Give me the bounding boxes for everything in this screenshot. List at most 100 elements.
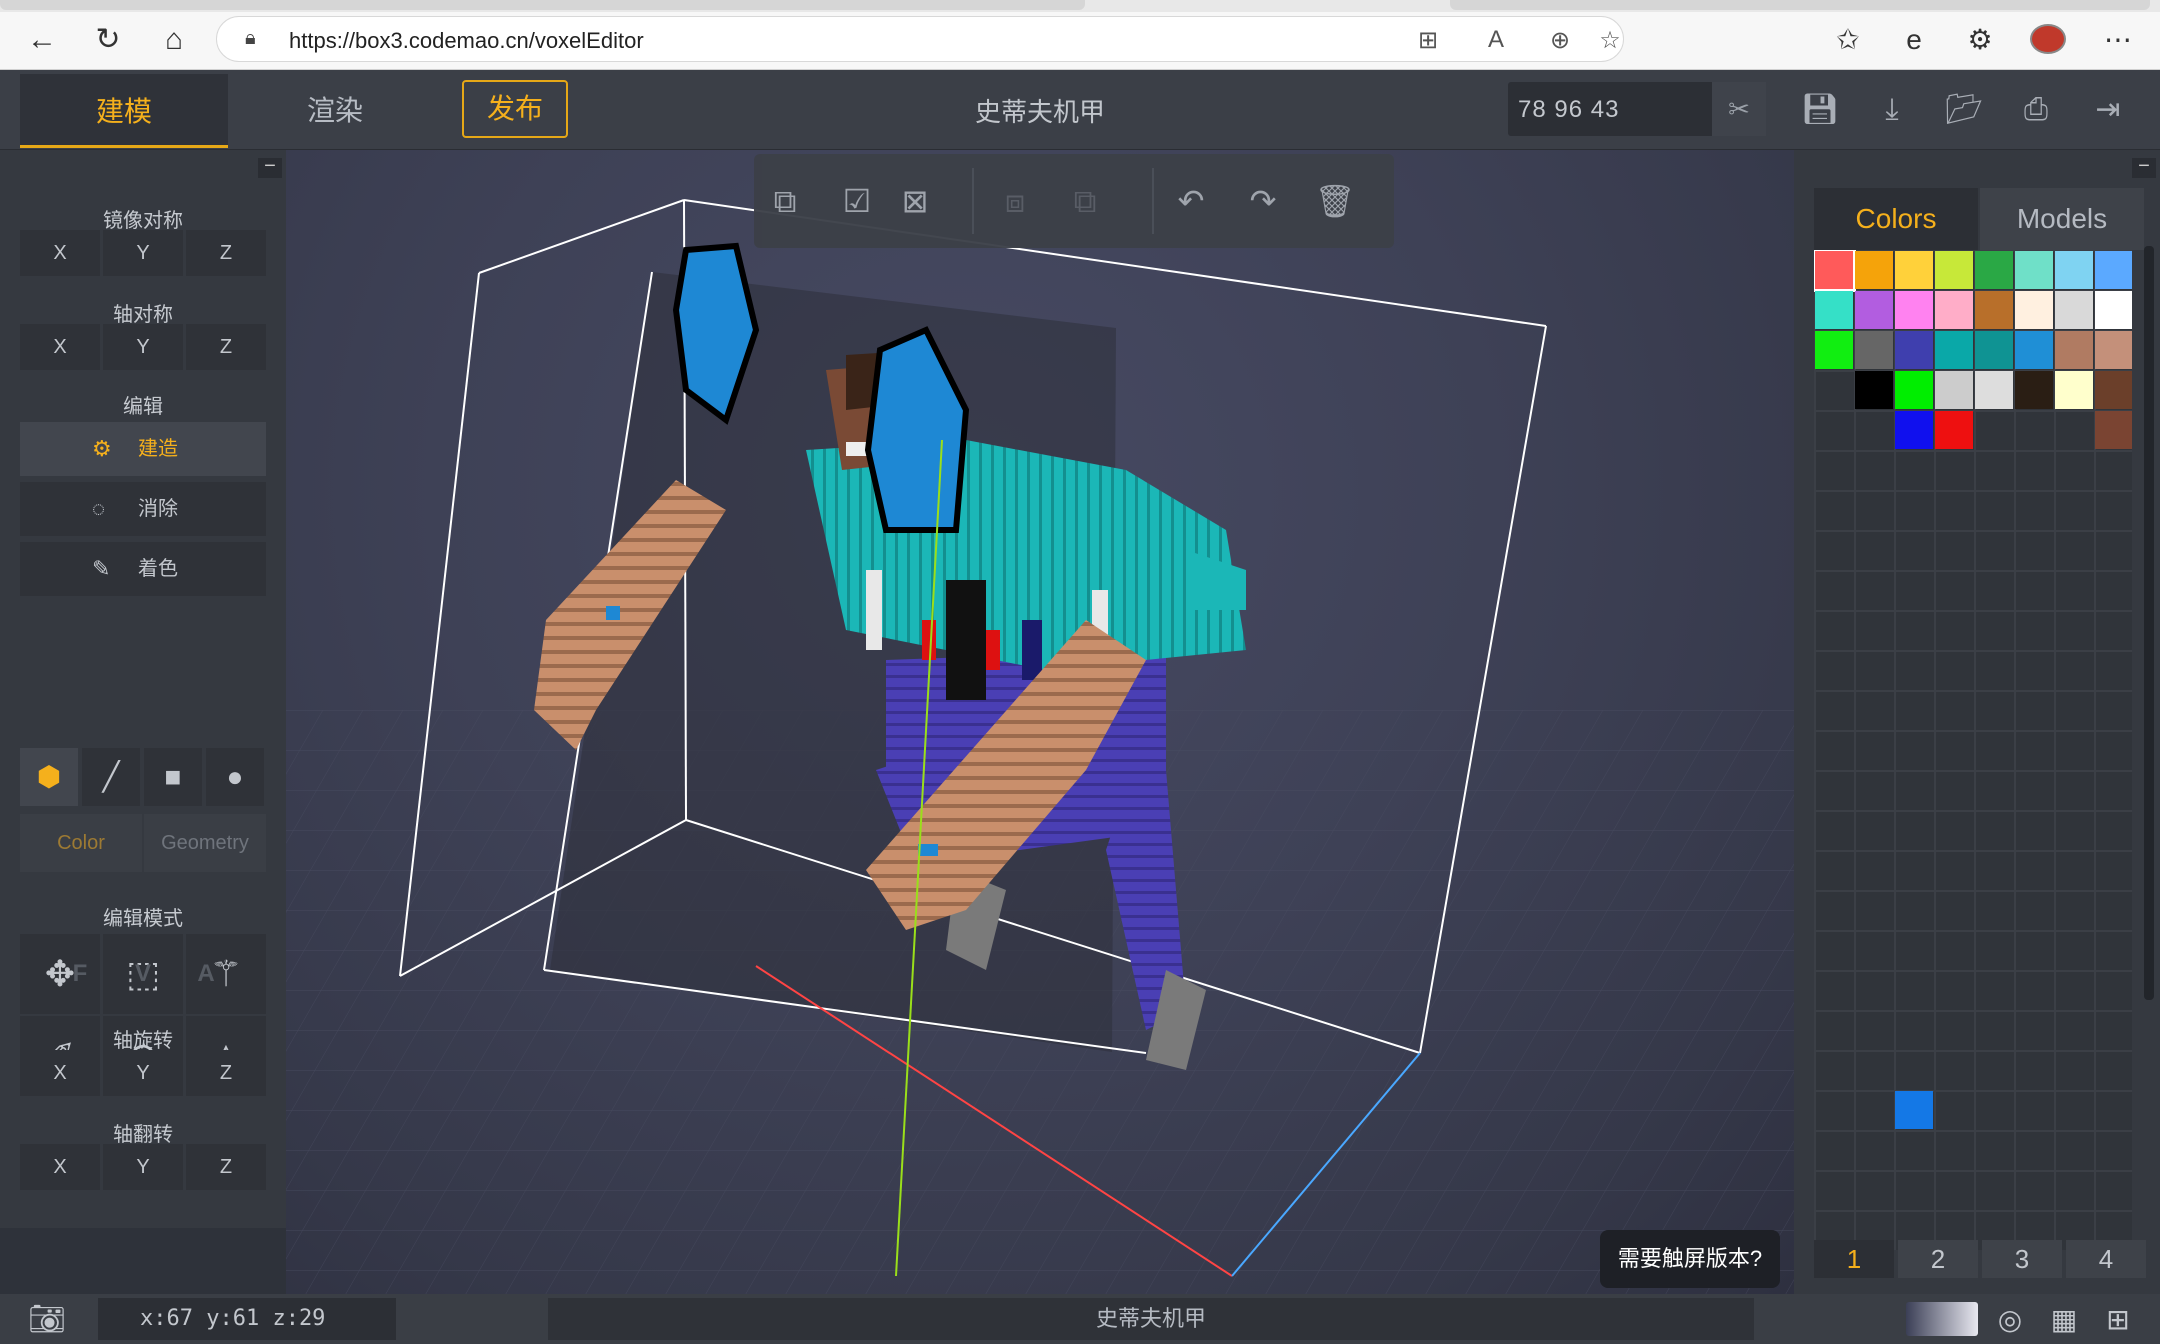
voxel-scene[interactable] bbox=[286, 150, 1794, 1294]
color-swatch[interactable] bbox=[1895, 331, 1933, 369]
tab-render[interactable]: 渲染 bbox=[240, 74, 430, 146]
erase-button[interactable]: ◌ 消除 bbox=[20, 482, 266, 536]
color-swatch[interactable] bbox=[2095, 371, 2132, 409]
build-button[interactable]: ⚙ 建造 bbox=[20, 422, 266, 476]
palette-scrollbar[interactable] bbox=[2144, 246, 2154, 1000]
paint-button[interactable]: ✎ 着色 bbox=[20, 542, 266, 596]
read-aloud-icon[interactable]: A bbox=[1481, 26, 1511, 54]
exit-icon[interactable]: ⇥ bbox=[2086, 88, 2130, 132]
tab-build[interactable]: 建模 bbox=[20, 74, 228, 148]
grid-dense-icon[interactable]: ⊞ bbox=[2098, 1302, 2138, 1338]
more-icon[interactable]: ⋯ bbox=[2098, 20, 2138, 60]
rotate-x-button[interactable]: X bbox=[20, 1050, 100, 1096]
reset-view-icon[interactable]: ◎ bbox=[1990, 1302, 2030, 1338]
color-swatch[interactable] bbox=[1815, 331, 1853, 369]
mode-color-tab[interactable]: Color bbox=[20, 814, 142, 872]
collapse-icon[interactable]: − bbox=[258, 156, 282, 178]
dimension-values[interactable]: 78 96 43 bbox=[1518, 96, 1619, 124]
cube-icon[interactable]: ⬢ bbox=[20, 748, 78, 806]
profile-avatar[interactable] bbox=[2030, 24, 2066, 54]
camera-icon[interactable]: 📷︎ bbox=[28, 1302, 66, 1337]
undo-icon[interactable]: ↶ bbox=[1166, 176, 1216, 226]
flip-z-button[interactable]: Z bbox=[186, 1144, 266, 1190]
favorites-icon[interactable]: ✩ bbox=[1828, 20, 1868, 60]
color-swatch[interactable] bbox=[1975, 291, 2013, 329]
paste-icon[interactable]: ⧈ bbox=[990, 176, 1040, 226]
color-swatch[interactable] bbox=[1814, 250, 1856, 292]
color-swatch[interactable] bbox=[1935, 251, 1973, 289]
color-swatch[interactable] bbox=[1975, 251, 2013, 289]
color-swatch[interactable] bbox=[2015, 331, 2053, 369]
color-swatch[interactable] bbox=[1855, 251, 1893, 289]
url-text[interactable]: https://box3.codemao.cn/voxelEditor bbox=[289, 28, 644, 54]
color-swatch[interactable] bbox=[2055, 331, 2093, 369]
line-icon[interactable]: ╱ bbox=[82, 748, 140, 806]
select-all-icon[interactable]: ☑ bbox=[832, 176, 882, 226]
color-swatch[interactable] bbox=[1975, 331, 2013, 369]
square-icon[interactable]: ■ bbox=[144, 748, 202, 806]
download-icon[interactable]: ⤓ bbox=[1870, 88, 1914, 132]
print-icon[interactable]: ⎙ bbox=[2014, 88, 2058, 132]
color-swatch[interactable] bbox=[2055, 371, 2093, 409]
color-swatch[interactable] bbox=[2015, 291, 2053, 329]
duplicate-icon[interactable]: ⧉ bbox=[1060, 176, 1110, 226]
rotate-z-button[interactable]: Z bbox=[186, 1050, 266, 1096]
mode-geometry-tab[interactable]: Geometry bbox=[144, 814, 266, 872]
touch-version-hint[interactable]: 需要触屏版本? bbox=[1600, 1230, 1780, 1288]
save-icon[interactable]: 💾︎ bbox=[1798, 88, 1842, 132]
palette-page-2[interactable]: 2 bbox=[1898, 1240, 1978, 1278]
color-swatch[interactable] bbox=[2055, 251, 2093, 289]
reload-icon[interactable]: ↻ bbox=[88, 20, 128, 60]
model-name-field[interactable]: 史蒂夫机甲 bbox=[548, 1298, 1754, 1340]
axis-sym-z-button[interactable]: Z bbox=[186, 324, 266, 370]
f-button[interactable]: F bbox=[60, 960, 100, 988]
color-swatch[interactable] bbox=[1855, 291, 1893, 329]
address-bar[interactable]: 🔒︎ https://box3.codemao.cn/voxelEditor ☆… bbox=[216, 16, 1624, 62]
color-swatch[interactable] bbox=[1975, 371, 2013, 409]
color-swatch[interactable] bbox=[1935, 371, 1973, 409]
color-swatch[interactable] bbox=[1935, 291, 1973, 329]
color-swatch[interactable] bbox=[1895, 1091, 1933, 1129]
color-swatch[interactable] bbox=[1895, 291, 1933, 329]
color-swatch[interactable] bbox=[1815, 291, 1853, 329]
tab-models[interactable]: Models bbox=[1980, 188, 2144, 250]
dimension-box[interactable]: 78 96 43 ✂ bbox=[1508, 82, 1766, 136]
color-swatch[interactable] bbox=[1895, 371, 1933, 409]
color-swatch[interactable] bbox=[2095, 411, 2132, 449]
tab-colors[interactable]: Colors bbox=[1814, 188, 1978, 250]
extensions-icon[interactable]: ⚙ bbox=[1960, 20, 2000, 60]
open-folder-icon[interactable]: 📂︎ bbox=[1942, 88, 1986, 132]
rotate-y-button[interactable]: Y bbox=[103, 1050, 183, 1096]
scissors-icon[interactable]: ✂ bbox=[1712, 82, 1766, 136]
color-swatch[interactable] bbox=[1895, 251, 1933, 289]
palette-page-1[interactable]: 1 bbox=[1814, 1240, 1894, 1278]
home-icon[interactable]: ⌂ bbox=[154, 20, 194, 60]
grid-icon[interactable]: ▦ bbox=[2044, 1302, 2084, 1338]
deselect-icon[interactable]: ⊠ bbox=[890, 176, 940, 226]
copy-icon[interactable]: ⧉ bbox=[760, 176, 810, 226]
a-button[interactable]: A bbox=[186, 960, 226, 988]
palette-page-4[interactable]: 4 bbox=[2066, 1240, 2146, 1278]
color-swatch[interactable] bbox=[2055, 291, 2093, 329]
color-swatch[interactable] bbox=[2095, 331, 2132, 369]
color-swatch[interactable] bbox=[2095, 251, 2132, 289]
browser-tab[interactable] bbox=[0, 0, 1085, 10]
edge-icon[interactable]: e bbox=[1894, 20, 1934, 60]
axis-sym-x-button[interactable]: X bbox=[20, 324, 100, 370]
flip-y-button[interactable]: Y bbox=[103, 1144, 183, 1190]
flip-x-button[interactable]: X bbox=[20, 1144, 100, 1190]
mirror-z-button[interactable]: Z bbox=[186, 230, 266, 276]
collapse-icon[interactable]: − bbox=[2132, 156, 2156, 178]
zoom-icon[interactable]: ⊕ bbox=[1545, 26, 1575, 55]
color-swatch[interactable] bbox=[2015, 371, 2053, 409]
color-swatch[interactable] bbox=[1855, 371, 1893, 409]
mirror-y-button[interactable]: Y bbox=[103, 230, 183, 276]
browser-tab[interactable] bbox=[1450, 0, 2150, 10]
palette-page-3[interactable]: 3 bbox=[1982, 1240, 2062, 1278]
app-icon[interactable]: ⊞ bbox=[1413, 26, 1443, 55]
color-swatch[interactable] bbox=[1935, 331, 1973, 369]
voxel-viewport[interactable]: ⧉ ☑ ⊠ ⧈ ⧉ ↶ ↷ 🗑︎ 需要触屏版本? bbox=[286, 150, 1794, 1294]
sphere-icon[interactable]: ● bbox=[206, 748, 264, 806]
trash-icon[interactable]: 🗑︎ bbox=[1310, 176, 1360, 226]
favorite-add-icon[interactable]: ☆ bbox=[1595, 26, 1625, 55]
